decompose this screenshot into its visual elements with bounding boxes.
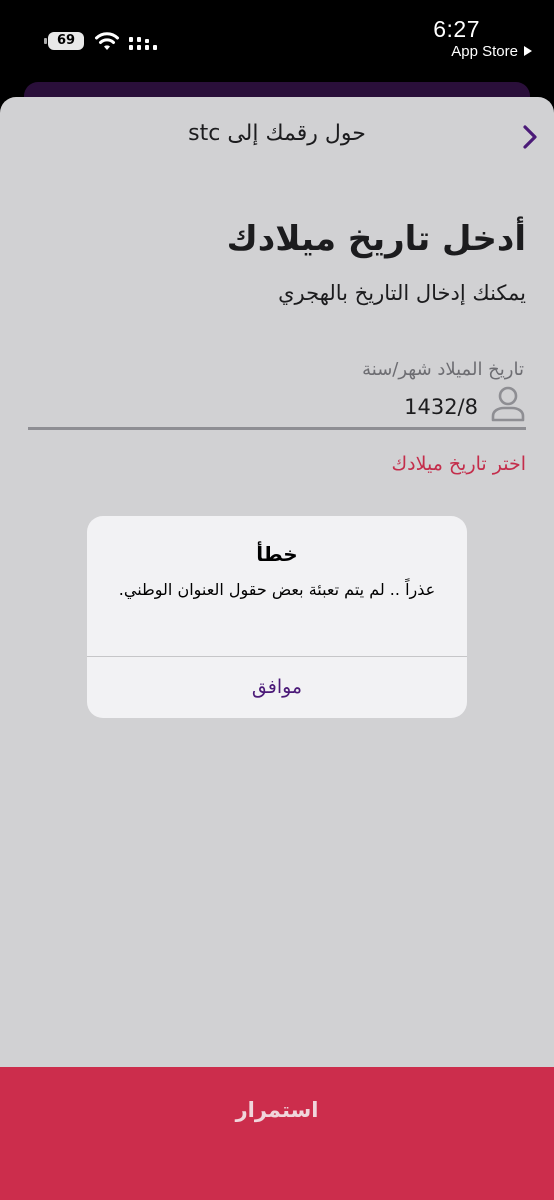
person-icon	[491, 386, 525, 422]
alert-message: عذراً .. لم يتم تعبئة بعض حقول العنوان ا…	[118, 580, 436, 599]
alert-title: خطأ	[256, 542, 298, 566]
modal-sheet: حول رقمك إلى stc أدخل تاريخ ميلادك يمكنك…	[0, 97, 554, 1200]
back-to-app-label: App Store	[451, 43, 518, 60]
page-heading: أدخل تاريخ ميلادك	[226, 219, 526, 259]
battery-indicator: 69	[48, 32, 84, 50]
field-underline	[28, 427, 526, 430]
wifi-icon	[95, 32, 119, 50]
page-subheading: يمكنك إدخال التاريخ بالهجري	[278, 281, 526, 305]
clock: 6:27	[433, 16, 480, 42]
screen: 69 6:27 App Store حول رقمك إلى stc أدخل …	[0, 0, 554, 1200]
birthdate-field-label: تاريخ الميلاد شهر/سنة	[362, 359, 524, 380]
chevron-right-icon[interactable]	[520, 121, 540, 153]
birthdate-field[interactable]: 1432/8	[404, 395, 478, 419]
validation-error: اختر تاريخ ميلادك	[391, 453, 527, 475]
nav-title: حول رقمك إلى stc	[188, 121, 366, 146]
error-alert-dialog: خطأ عذراً .. لم يتم تعبئة بعض حقول العنو…	[87, 516, 467, 718]
back-to-app-link[interactable]: App Store	[451, 43, 532, 60]
alert-ok-button[interactable]: موافق	[87, 657, 467, 718]
play-triangle-icon	[524, 46, 532, 56]
battery-tip	[44, 38, 47, 44]
continue-button[interactable]: استمرار	[0, 1067, 554, 1200]
status-bar: 69 6:27 App Store	[0, 0, 554, 84]
cellular-signal-icon	[129, 37, 157, 50]
